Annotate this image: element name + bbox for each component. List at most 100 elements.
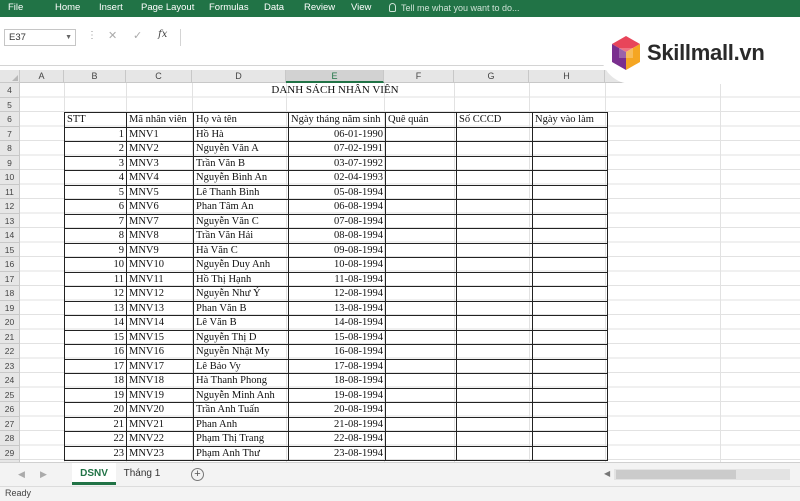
cell-birth-date[interactable]: 07-02-1991 <box>288 141 386 157</box>
cell-hometown[interactable] <box>385 170 457 186</box>
cell-stt[interactable]: 2 <box>64 141 127 157</box>
tab-review[interactable]: Review <box>304 0 335 17</box>
row-header[interactable]: 23 <box>0 358 20 373</box>
cell-stt[interactable]: 22 <box>64 431 127 447</box>
cell-stt[interactable]: 23 <box>64 445 127 461</box>
cell-full-name[interactable]: Nguyễn Văn C <box>193 213 289 229</box>
cell-stt[interactable]: 17 <box>64 358 127 374</box>
cell-start-date[interactable] <box>532 300 608 316</box>
tab-data[interactable]: Data <box>264 0 284 17</box>
cell-hometown[interactable] <box>385 402 457 418</box>
tab-formulas[interactable]: Formulas <box>209 0 249 17</box>
cell-birth-date[interactable]: 10-08-1994 <box>288 257 386 273</box>
cell-stt[interactable]: 10 <box>64 257 127 273</box>
cell-id-number[interactable] <box>456 170 533 186</box>
cell-full-name[interactable]: Nguyễn Văn A <box>193 141 289 157</box>
cell-start-date[interactable] <box>532 126 608 142</box>
row-header[interactable]: 8 <box>0 141 20 156</box>
cell-full-name[interactable]: Nguyễn Thị D <box>193 329 289 345</box>
cell-start-date[interactable] <box>532 228 608 244</box>
column-header-b[interactable]: B <box>64 70 126 83</box>
cell-start-date[interactable] <box>532 329 608 345</box>
cell-start-date[interactable] <box>532 373 608 389</box>
cell-birth-date[interactable]: 23-08-1994 <box>288 445 386 461</box>
cell-hometown[interactable] <box>385 184 457 200</box>
cell-stt[interactable]: 7 <box>64 213 127 229</box>
cell-full-name[interactable]: Nguyễn Như Ý <box>193 286 289 302</box>
insert-function-button[interactable]: fx <box>158 29 167 40</box>
cell-id-number[interactable] <box>456 184 533 200</box>
add-sheet-icon[interactable]: + <box>191 468 204 481</box>
tab-view[interactable]: View <box>351 0 371 17</box>
cell-full-name[interactable]: Phạm Thị Trang <box>193 431 289 447</box>
cell-start-date[interactable] <box>532 141 608 157</box>
cell-employee-id[interactable]: MNV3 <box>126 155 194 171</box>
cell-id-number[interactable] <box>456 213 533 229</box>
row-header[interactable]: 9 <box>0 155 20 170</box>
cell-birth-date[interactable]: 17-08-1994 <box>288 358 386 374</box>
cell-stt[interactable]: 4 <box>64 170 127 186</box>
sheet-tab-dsnv[interactable]: DSNV <box>72 463 116 485</box>
cell-hometown[interactable] <box>385 300 457 316</box>
row-header[interactable]: 20 <box>0 315 20 330</box>
cell-start-date[interactable] <box>532 431 608 447</box>
cell-employee-id[interactable]: MNV16 <box>126 344 194 360</box>
cell-start-date[interactable] <box>532 315 608 331</box>
cell-employee-id[interactable]: MNV23 <box>126 445 194 461</box>
cell-employee-id[interactable]: MNV5 <box>126 184 194 200</box>
row-header[interactable]: 21 <box>0 329 20 344</box>
cell-id-number[interactable] <box>456 155 533 171</box>
cell-birth-date[interactable]: 13-08-1994 <box>288 300 386 316</box>
cell-stt[interactable]: 1 <box>64 126 127 142</box>
cell-id-number[interactable] <box>456 431 533 447</box>
cell-hometown[interactable] <box>385 329 457 345</box>
cell-full-name[interactable]: Hà Văn C <box>193 242 289 258</box>
column-header-g[interactable]: G <box>454 70 529 83</box>
cell-start-date[interactable] <box>532 184 608 200</box>
chevron-down-icon[interactable]: ▼ <box>65 30 72 45</box>
cell-birth-date[interactable]: 06-01-1990 <box>288 126 386 142</box>
cell-id-number[interactable] <box>456 358 533 374</box>
header-start-date[interactable]: Ngày vào làm <box>532 112 608 128</box>
cell-id-number[interactable] <box>456 271 533 287</box>
cell-employee-id[interactable]: MNV9 <box>126 242 194 258</box>
cell-full-name[interactable]: Lê Thanh Bình <box>193 184 289 200</box>
header-stt[interactable]: STT <box>64 112 127 128</box>
cell-stt[interactable]: 18 <box>64 373 127 389</box>
header-employee-id[interactable]: Mã nhân viên <box>126 112 194 128</box>
cell-hometown[interactable] <box>385 416 457 432</box>
cell-stt[interactable]: 3 <box>64 155 127 171</box>
cell-full-name[interactable]: Phan Tâm An <box>193 199 289 215</box>
cell-hometown[interactable] <box>385 228 457 244</box>
cell-stt[interactable]: 9 <box>64 242 127 258</box>
cell-start-date[interactable] <box>532 416 608 432</box>
column-header-d[interactable]: D <box>192 70 286 83</box>
cell-birth-date[interactable]: 05-08-1994 <box>288 184 386 200</box>
cell-birth-date[interactable]: 02-04-1993 <box>288 170 386 186</box>
cell-stt[interactable]: 6 <box>64 199 127 215</box>
cell-full-name[interactable]: Trần Anh Tuấn <box>193 402 289 418</box>
cell-hometown[interactable] <box>385 141 457 157</box>
cell-hometown[interactable] <box>385 286 457 302</box>
cell-start-date[interactable] <box>532 271 608 287</box>
cell-hometown[interactable] <box>385 358 457 374</box>
cell-full-name[interactable]: Phạm Anh Thư <box>193 445 289 461</box>
cell-birth-date[interactable]: 14-08-1994 <box>288 315 386 331</box>
cell-hometown[interactable] <box>385 344 457 360</box>
column-header-f[interactable]: F <box>384 70 454 83</box>
cell-start-date[interactable] <box>532 358 608 374</box>
column-header-h[interactable]: H <box>529 70 605 83</box>
cell-full-name[interactable]: Lê Văn B <box>193 315 289 331</box>
cell-employee-id[interactable]: MNV12 <box>126 286 194 302</box>
row-header[interactable]: 5 <box>0 97 20 112</box>
enter-icon[interactable]: ✓ <box>133 29 142 42</box>
cell-id-number[interactable] <box>456 199 533 215</box>
cell-full-name[interactable]: Hồ Hà <box>193 126 289 142</box>
cell-employee-id[interactable]: MNV15 <box>126 329 194 345</box>
cell-birth-date[interactable]: 19-08-1994 <box>288 387 386 403</box>
scroll-thumb[interactable] <box>616 470 736 479</box>
header-hometown[interactable]: Quê quán <box>385 112 457 128</box>
column-header-c[interactable]: C <box>126 70 192 83</box>
cell-hometown[interactable] <box>385 445 457 461</box>
cell-hometown[interactable] <box>385 242 457 258</box>
